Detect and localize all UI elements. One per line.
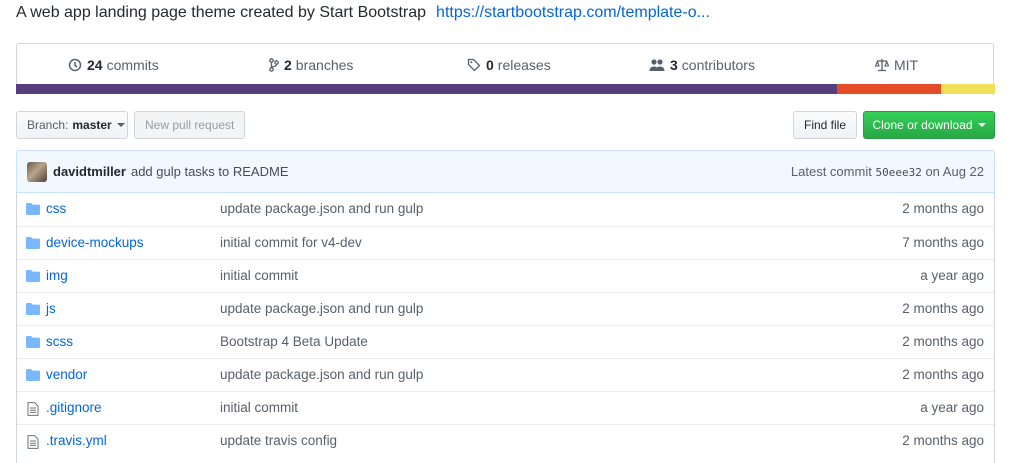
folder-icon: [26, 237, 40, 252]
file-commit-message[interactable]: update package.json and run gulp: [220, 201, 423, 216]
commit-meta: Latest commit 50eee32 on Aug 22: [791, 164, 984, 179]
find-file-button[interactable]: Find file: [793, 111, 857, 139]
file-name-link[interactable]: css: [46, 201, 66, 216]
language-segment: [16, 84, 837, 94]
file-commit-message[interactable]: update package.json and run gulp: [220, 367, 423, 382]
commit-date: on Aug 22: [925, 164, 984, 179]
table-row: .travis.yml update travis config 2 months …: [17, 424, 994, 457]
releases-count: 0: [486, 56, 494, 73]
file-commit-message[interactable]: initial commit for v4-dev: [220, 235, 362, 250]
contributors-label: contributors: [681, 56, 755, 73]
caret-down-icon: [977, 123, 986, 127]
history-icon: [68, 58, 82, 71]
branch-name: master: [72, 118, 112, 132]
file-name-link[interactable]: .gitignore: [46, 400, 102, 415]
latest-commit-bar: davidtmiller add gulp tasks to README La…: [16, 150, 995, 193]
file-name-link[interactable]: js: [46, 301, 56, 316]
file-commit-message[interactable]: Bootstrap 4 Beta Update: [220, 334, 368, 349]
file-age: 7 months ago: [902, 235, 984, 250]
file-name-link[interactable]: vendor: [46, 367, 87, 382]
language-segment: [941, 84, 995, 94]
file-age: a year ago: [920, 268, 984, 283]
releases-stat[interactable]: 0 releases: [467, 44, 551, 85]
file-name-link[interactable]: scss: [46, 334, 73, 349]
file-name-link[interactable]: .travis.yml: [46, 433, 107, 448]
tag-icon: [467, 58, 481, 71]
commit-sha[interactable]: 50eee32: [875, 166, 921, 179]
table-row: scss Bootstrap 4 Beta Update 2 months ago: [17, 325, 994, 358]
latest-commit-prefix: Latest commit: [790, 164, 872, 179]
table-row: css update package.json and run gulp 2 mon…: [17, 193, 994, 226]
commits-stat[interactable]: 24 commits: [68, 44, 159, 85]
branches-count: 2: [284, 56, 292, 73]
language-segment: [837, 84, 941, 94]
commits-label: commits: [106, 56, 159, 73]
commit-message[interactable]: add gulp tasks to README: [131, 164, 289, 179]
caret-down-icon: [116, 123, 125, 127]
file-commit-message[interactable]: update package.json and run gulp: [220, 301, 423, 316]
file-commit-message[interactable]: initial commit: [220, 400, 298, 415]
language-bar[interactable]: [16, 84, 995, 94]
law-icon: [875, 58, 889, 71]
file-age: 2 months ago: [902, 367, 984, 382]
file-name-link[interactable]: device-mockups: [46, 235, 144, 250]
file-icon: [27, 402, 39, 419]
folder-icon: [26, 303, 40, 318]
folder-icon: [26, 336, 40, 351]
table-row: img initial commit a year ago: [17, 259, 994, 292]
branch-select-button[interactable]: Branch: master: [16, 111, 128, 139]
contributors-count: 3: [670, 56, 678, 73]
branch-prefix: Branch:: [27, 118, 69, 132]
homepage-link[interactable]: https://startbootstrap.com/template-o...: [436, 4, 710, 21]
folder-icon: [26, 369, 40, 384]
contributors-stat[interactable]: 3 contributors: [649, 44, 755, 85]
license-stat[interactable]: MIT: [875, 44, 918, 85]
description-text: A web app landing page theme created by …: [16, 4, 427, 21]
file-icon: [27, 435, 39, 452]
releases-label: releases: [497, 56, 551, 73]
people-icon: [649, 58, 665, 71]
file-age: 2 months ago: [902, 334, 984, 349]
table-row: device-mockups initial commit for v4-dev 7…: [17, 226, 994, 259]
license-label: MIT: [894, 56, 919, 73]
file-commit-message[interactable]: initial commit: [220, 268, 298, 283]
clone-label: Clone or download: [872, 118, 973, 132]
folder-icon: [26, 203, 40, 218]
file-age: 2 months ago: [902, 301, 984, 316]
file-commit-message[interactable]: update travis config: [220, 433, 337, 448]
repo-description: A web app landing page theme created by …: [16, 4, 710, 22]
file-age: 2 months ago: [902, 201, 984, 216]
file-table: css update package.json and run gulp 2 mon…: [16, 193, 995, 463]
branch-icon: [269, 57, 279, 72]
table-row: js update package.json and run gulp 2 mont…: [17, 292, 994, 325]
file-age: 2 months ago: [902, 433, 984, 448]
commits-count: 24: [87, 56, 103, 73]
file-name-link[interactable]: img: [46, 268, 68, 283]
table-row: vendor update package.json and run gulp 2 …: [17, 358, 994, 391]
table-row: .gitignore initial commit a year ago: [17, 391, 994, 424]
branches-stat[interactable]: 2 branches: [269, 44, 353, 85]
new-pull-request-button[interactable]: New pull request: [134, 111, 245, 139]
clone-download-button[interactable]: Clone or download: [863, 111, 995, 139]
file-age: a year ago: [920, 400, 984, 415]
avatar[interactable]: [27, 161, 47, 182]
branches-label: branches: [295, 56, 354, 73]
commit-author[interactable]: davidtmiller: [53, 164, 126, 179]
folder-icon: [26, 270, 40, 285]
